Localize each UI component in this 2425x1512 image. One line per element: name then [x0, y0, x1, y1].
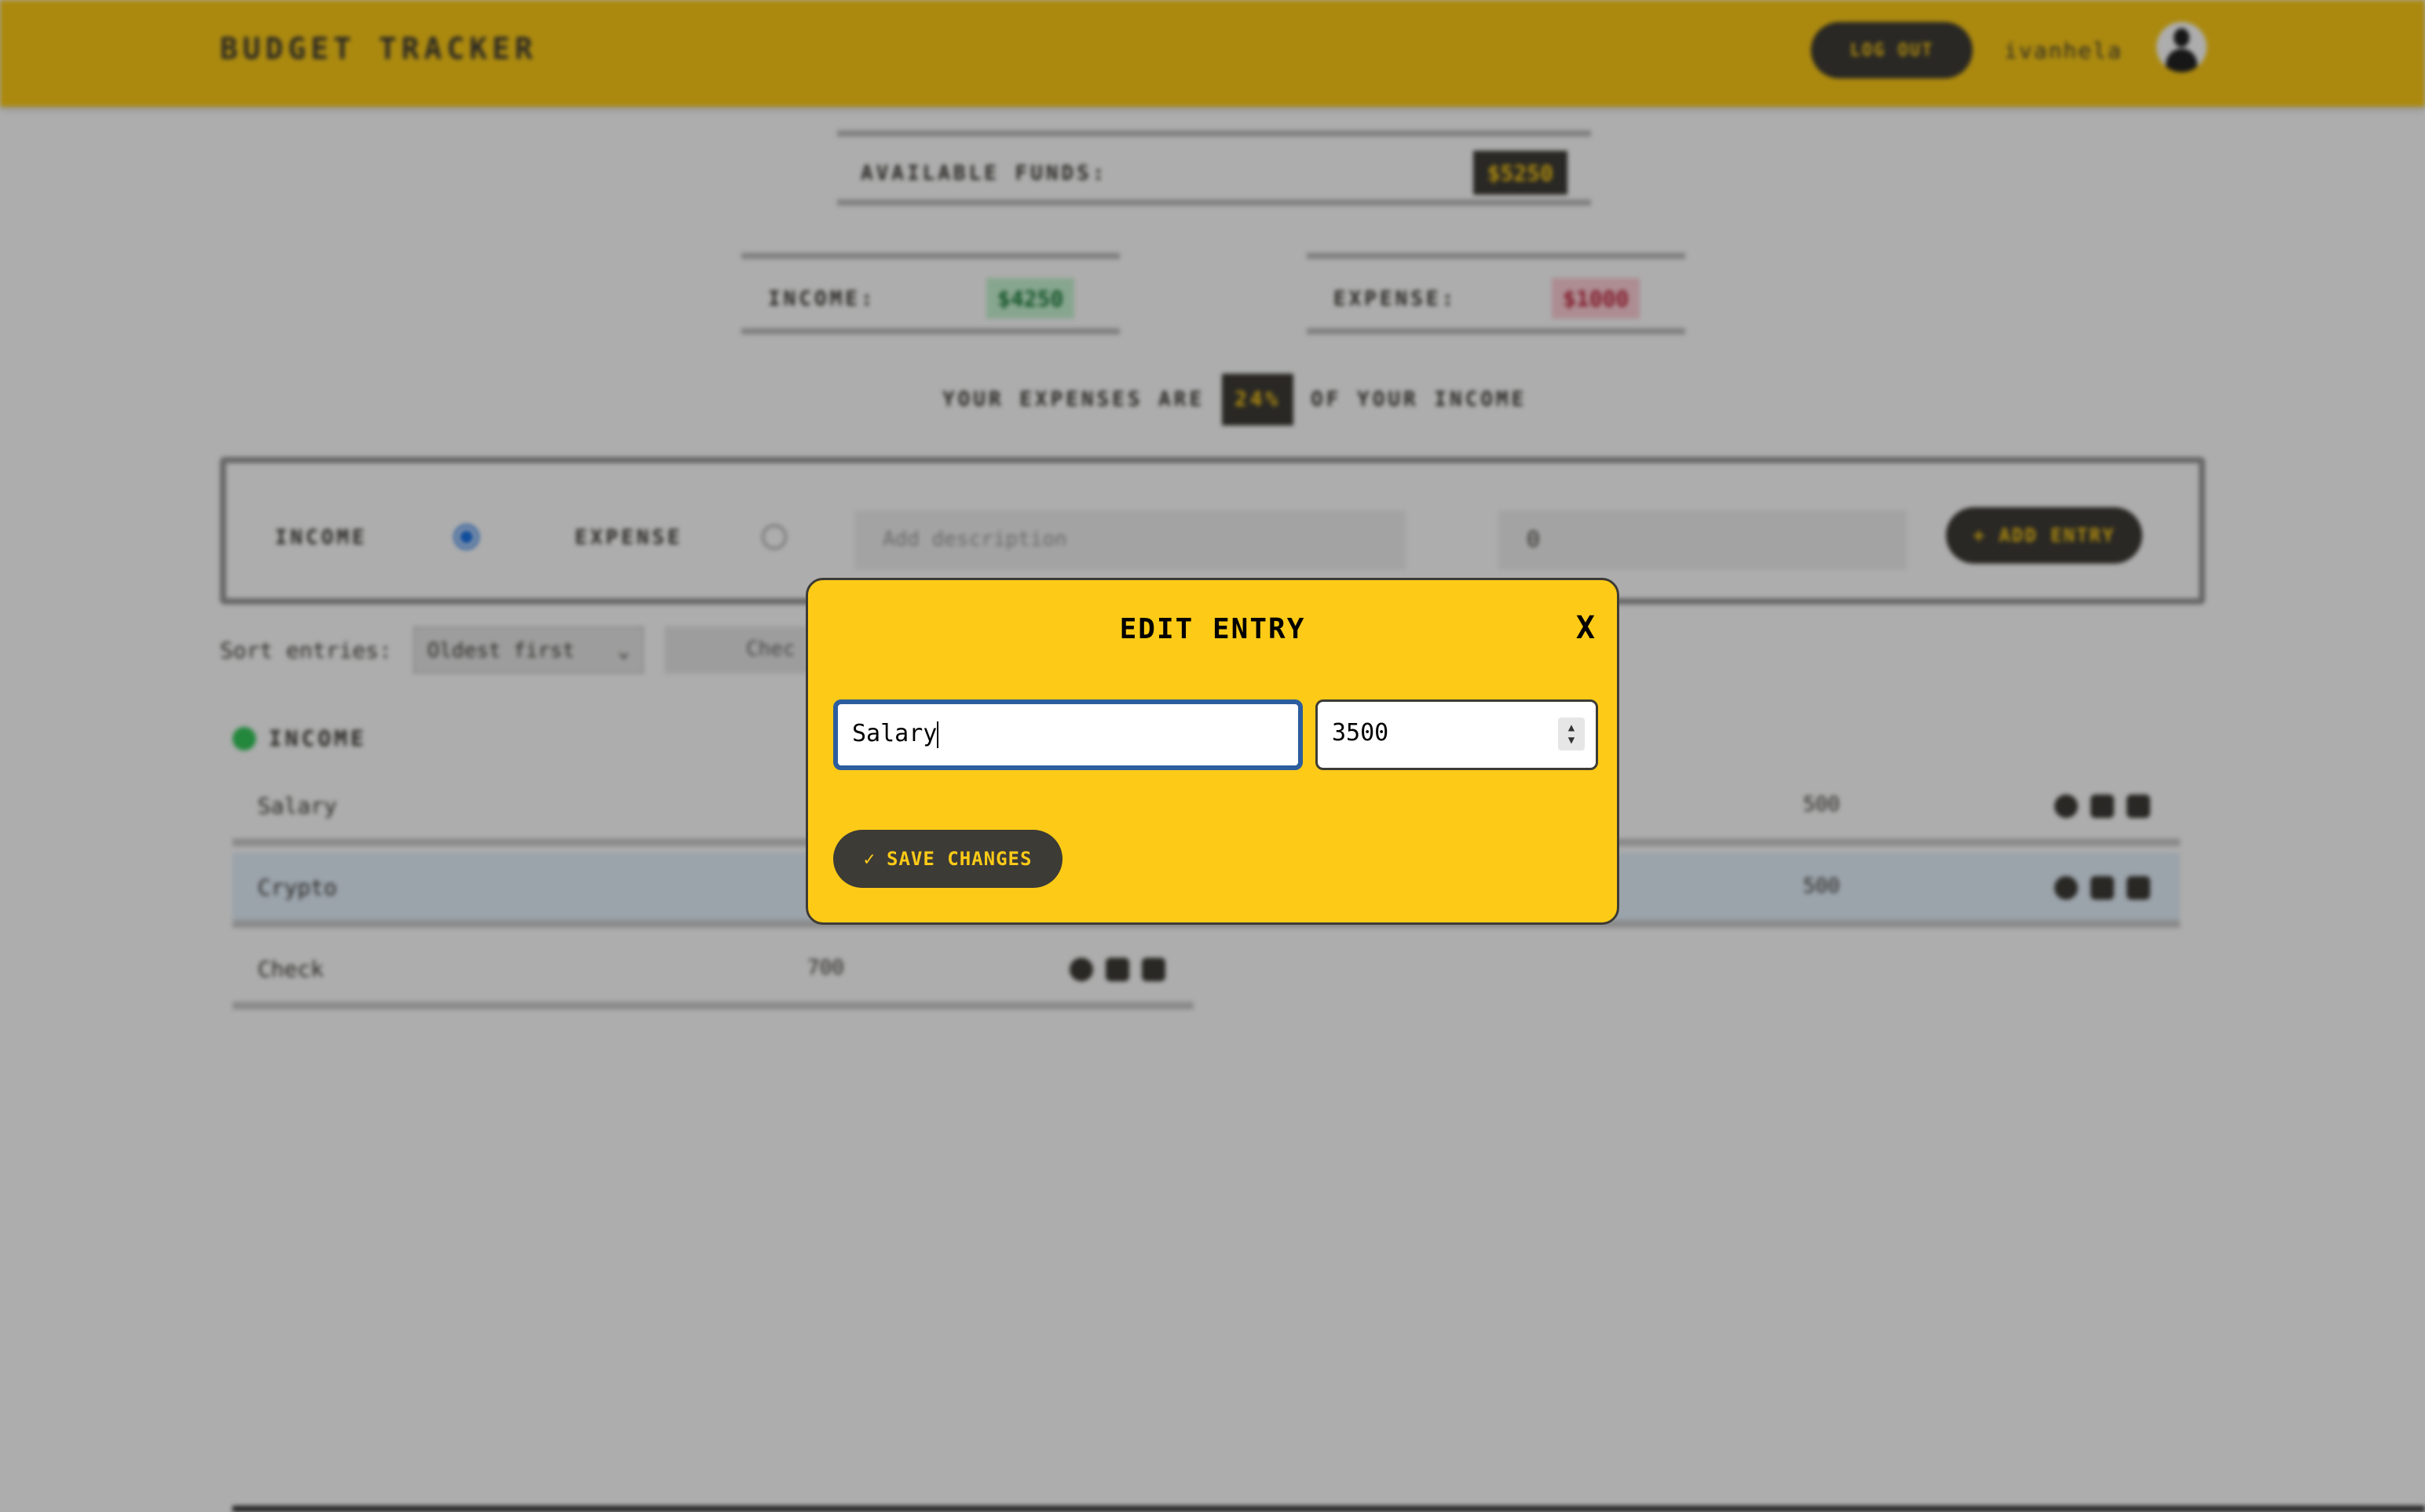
entry-amount-input[interactable]: 3500 ▲ ▼ [1315, 699, 1598, 770]
chevron-up-icon[interactable]: ▲ [1568, 721, 1575, 734]
close-icon[interactable]: X [1576, 610, 1595, 646]
amount-stepper[interactable]: ▲ ▼ [1558, 718, 1585, 751]
edit-entry-modal: EDIT ENTRY X Salary 3500 ▲ ▼ ✓ SAVE CHAN… [806, 578, 1619, 925]
save-changes-button[interactable]: ✓ SAVE CHANGES [833, 830, 1063, 888]
chevron-down-icon[interactable]: ▼ [1568, 734, 1575, 747]
check-icon: ✓ [863, 848, 876, 870]
modal-title: EDIT ENTRY [1119, 613, 1306, 645]
entry-amount-value: 3500 [1332, 719, 1389, 747]
entry-name-input[interactable]: Salary [833, 699, 1303, 770]
text-caret [937, 721, 939, 748]
save-changes-label: SAVE CHANGES [887, 848, 1033, 870]
entry-name-value: Salary [852, 720, 938, 747]
